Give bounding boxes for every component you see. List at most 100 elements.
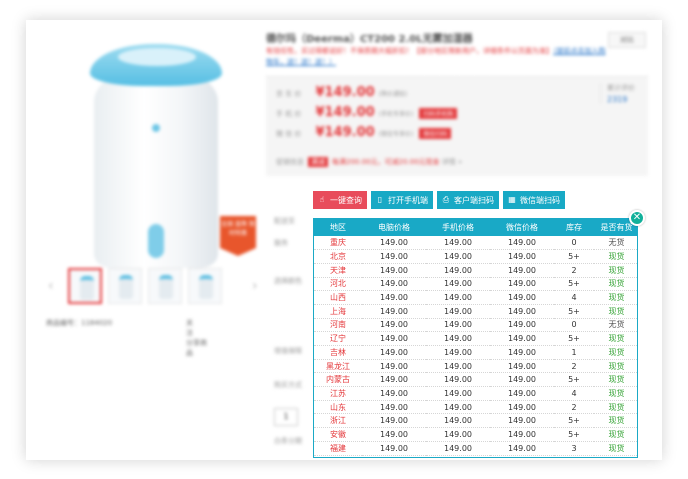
regional-price-table: 地区 电脑价格 手机价格 微信价格 库存 是否有货 重庆 149.00 149.00… [314,219,637,456]
cell-availability: 现货 [594,263,637,278]
client-scan-button[interactable]: ⎙ 客户端扫码 [437,191,499,209]
header-region: 地区 [314,219,362,236]
one-click-query-button[interactable]: ☝ 一键查询 [313,191,367,209]
table-row: 天津 149.00 149.00 149.00 2 现货 [314,263,637,278]
side-label: 选择颜色 [274,277,302,285]
open-mobile-button[interactable]: ▯ 打开手机端 [371,191,433,209]
cell-wechat-price: 149.00 [490,400,554,415]
cell-wechat-price: 149.00 [490,236,554,251]
cell-pc-price: 149.00 [362,304,426,319]
cell-wechat-price: 149.00 [490,304,554,319]
cell-wechat-price: 149.00 [490,359,554,374]
cell-pc-price: 149.00 [362,372,426,388]
cell-wechat-price: 149.00 [490,318,554,333]
cell-mobile-price: 149.00 [426,304,490,319]
cell-pc-price: 149.00 [362,359,426,374]
chevron-right-icon[interactable]: › [252,278,258,294]
cell-mobile-price: 149.00 [426,413,490,429]
quantity-input[interactable]: 1 [274,408,298,426]
close-icon[interactable]: ✕ [629,210,645,226]
cell-stock: 2 [554,400,594,415]
cell-region: 山东 [314,400,362,415]
cell-wechat-price: 149.00 [490,372,554,388]
cell-pc-price: 149.00 [362,331,426,346]
cell-mobile-price: 149.00 [426,441,490,456]
cell-stock: 5+ [554,372,594,388]
price-row: 京 东 价 ¥149.00 (降价通知) [276,85,408,100]
cell-pc-price: 149.00 [362,236,426,251]
cell-stock: 4 [554,290,594,305]
thumbnail[interactable] [188,268,222,304]
table-row: 浙江 149.00 149.00 149.00 5+ 现货 [314,413,637,429]
table-row: 辽宁 149.00 149.00 149.00 5+ 现货 [314,331,637,346]
cell-region: 内蒙古 [314,372,362,388]
cell-availability: 现货 [594,290,637,305]
cell-wechat-price: 149.00 [490,427,554,442]
cell-mobile-price: 149.00 [426,249,490,264]
table-row: 山西 149.00 149.00 149.00 4 现货 [314,290,637,305]
phone-icon: ▯ [377,195,383,204]
cell-mobile-price: 149.00 [426,400,490,415]
cell-availability: 现货 [594,386,637,401]
header-stock: 库存 [554,219,594,236]
item-number: 商品编号：1184020 [46,319,113,327]
cell-region: 福建 [314,441,362,456]
side-label: 配送至 [274,217,295,225]
thumbnail[interactable] [148,268,182,304]
cell-wechat-price: 149.00 [490,441,554,456]
cell-region: 吉林 [314,345,362,360]
follow-link[interactable]: 关注 [186,319,193,337]
header-wechat-price: 微信价格 [490,219,554,236]
cell-wechat-price: 149.00 [490,277,554,292]
thumbnail[interactable] [68,268,102,304]
side-label: 增值保障 [274,347,302,355]
cell-mobile-price: 149.00 [426,386,490,401]
cell-wechat-price: 149.00 [490,386,554,401]
table-row: 山东 149.00 149.00 149.00 2 现货 [314,400,637,415]
cell-region: 天津 [314,263,362,278]
table-row: 河北 149.00 149.00 149.00 5+ 现货 [314,277,637,292]
reviews-count[interactable]: 累计评价 2319 [600,83,640,104]
cell-availability: 现货 [594,400,637,415]
side-label: 白条分期 [274,437,302,445]
cell-availability: 现货 [594,359,637,374]
cell-pc-price: 149.00 [362,249,426,264]
cell-pc-price: 149.00 [362,441,426,456]
cell-region: 辽宁 [314,331,362,346]
cell-wechat-price: 149.00 [490,413,554,429]
cell-availability: 现货 [594,413,637,429]
cell-mobile-price: 149.00 [426,277,490,292]
cell-wechat-price: 149.00 [490,345,554,360]
cell-availability: 现货 [594,249,637,264]
cell-pc-price: 149.00 [362,318,426,333]
printer-icon: ⎙ [442,195,450,204]
cell-region: 山西 [314,290,362,305]
cell-wechat-price: 149.00 [490,263,554,278]
share-link[interactable]: 分享商品 [186,339,207,357]
cell-pc-price: 149.00 [362,427,426,442]
cell-stock: 5+ [554,249,594,264]
cell-pc-price: 149.00 [362,277,426,292]
cell-mobile-price: 149.00 [426,345,490,360]
cell-region: 河北 [314,277,362,292]
cell-mobile-price: 149.00 [426,427,490,442]
cell-availability: 现货 [594,304,637,319]
side-label: 购买方式 [274,381,302,389]
compare-button[interactable]: 对比 [608,32,646,48]
header-pc-price: 电脑价格 [362,219,426,236]
cell-wechat-price: 149.00 [490,331,554,346]
thumbnail[interactable] [108,268,142,304]
cell-pc-price: 149.00 [362,400,426,415]
cell-region: 浙江 [314,413,362,429]
table-row: 重庆 149.00 149.00 149.00 0 无货 [314,236,637,251]
cell-availability: 现货 [594,331,637,346]
wechat-scan-button[interactable]: ▦ 微信端扫码 [503,191,565,209]
cell-stock: 5+ [554,413,594,429]
cell-availability: 无货 [594,236,637,251]
chevron-left-icon[interactable]: ‹ [48,278,54,294]
table-row: 河南 149.00 149.00 149.00 0 无货 [314,318,637,333]
cell-mobile-price: 149.00 [426,290,490,305]
cell-region: 黑龙江 [314,359,362,374]
cell-pc-price: 149.00 [362,290,426,305]
table-row: 黑龙江 149.00 149.00 149.00 2 现货 [314,359,637,374]
